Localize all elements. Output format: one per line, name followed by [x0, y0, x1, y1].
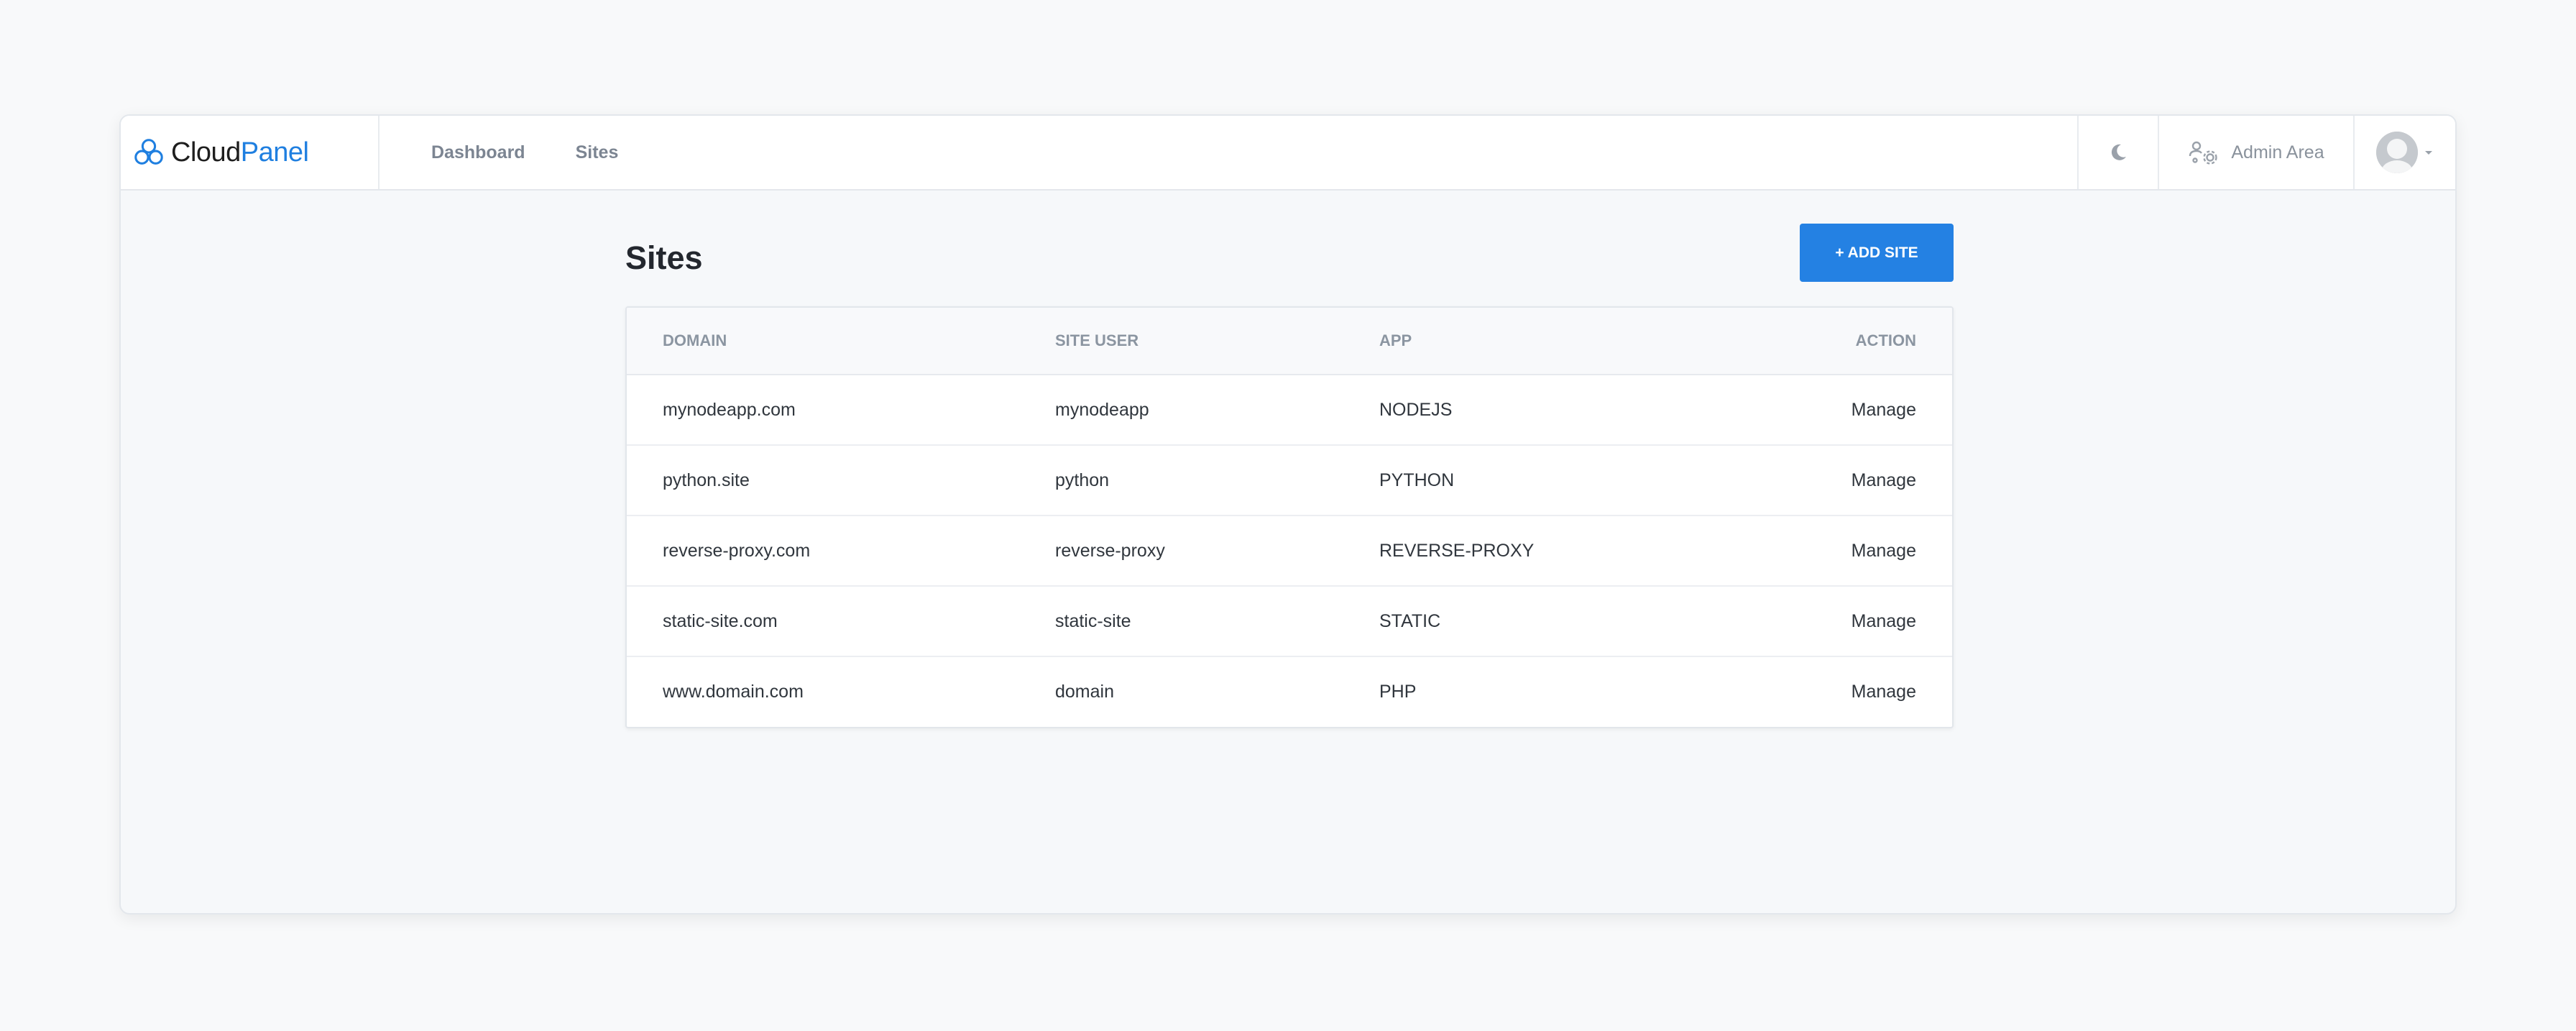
table-header-row: DOMAIN SITE USER APP ACTION	[627, 308, 1952, 375]
manage-link[interactable]: Manage	[1852, 682, 1916, 702]
domain-cell: python.site	[627, 445, 1019, 516]
brand-name: CloudPanel	[171, 137, 309, 168]
app-cell: PYTHON	[1343, 445, 1667, 516]
nav-sites[interactable]: Sites	[576, 142, 619, 163]
user-avatar-icon	[2376, 132, 2418, 173]
column-header-site-user: SITE USER	[1019, 308, 1343, 375]
app-cell: NODEJS	[1343, 375, 1667, 446]
table-row: python.site python PYTHON Manage	[627, 445, 1952, 516]
manage-link[interactable]: Manage	[1852, 470, 1916, 490]
site-user-cell: python	[1019, 445, 1343, 516]
brand-name-panel: Panel	[240, 137, 309, 168]
nav-dashboard[interactable]: Dashboard	[431, 142, 525, 163]
site-user-cell: static-site	[1019, 586, 1343, 657]
column-header-action: ACTION	[1667, 308, 1952, 375]
chevron-down-icon	[2425, 151, 2432, 155]
action-cell: Manage	[1667, 586, 1952, 657]
site-user-cell: reverse-proxy	[1019, 516, 1343, 587]
sites-table-card: DOMAIN SITE USER APP ACTION mynodeapp.co…	[625, 306, 1954, 728]
table-row: reverse-proxy.com reverse-proxy REVERSE-…	[627, 516, 1952, 587]
topbar-actions: Admin Area	[2077, 116, 2455, 189]
admin-area-button[interactable]: Admin Area	[2158, 116, 2353, 189]
site-user-cell: domain	[1055, 682, 1114, 702]
avatar	[2376, 132, 2418, 173]
domain-cell: reverse-proxy.com	[627, 516, 1019, 587]
manage-link[interactable]: Manage	[1852, 400, 1916, 420]
table-row: www.domain.com domain PHP Manage	[627, 656, 1952, 727]
main-nav: Dashboard Sites	[431, 116, 668, 189]
manage-link[interactable]: Manage	[1852, 541, 1916, 561]
top-navbar: CloudPanel Dashboard Sites Admin Area	[121, 116, 2455, 191]
site-user-cell: mynodeapp	[1019, 375, 1343, 446]
users-gear-icon	[2189, 141, 2218, 165]
table-row: mynodeapp.com mynodeapp NODEJS Manage	[627, 375, 1952, 446]
action-cell: Manage	[1667, 516, 1952, 587]
action-cell: Manage	[1667, 445, 1952, 516]
app-cell: REVERSE-PROXY	[1343, 516, 1667, 587]
domain-cell: mynodeapp.com	[627, 375, 1019, 446]
add-site-button[interactable]: + ADD SITE	[1800, 224, 1954, 282]
column-header-app: APP	[1343, 308, 1667, 375]
app-cell: STATIC	[1343, 586, 1667, 657]
app-window: CloudPanel Dashboard Sites Admin Area Si…	[119, 114, 2457, 915]
sites-table: DOMAIN SITE USER APP ACTION mynodeapp.co…	[627, 308, 1952, 727]
brand-logo[interactable]: CloudPanel	[121, 116, 380, 189]
domain-cell: www.domain.com	[663, 682, 804, 702]
column-header-domain: DOMAIN	[627, 308, 1019, 375]
manage-link[interactable]: Manage	[1852, 611, 1916, 631]
app-cell: PHP	[1379, 682, 1417, 702]
domain-cell: static-site.com	[627, 586, 1019, 657]
action-cell: Manage	[1667, 656, 1952, 727]
user-menu[interactable]	[2353, 116, 2455, 189]
brand-name-cloud: Cloud	[171, 137, 241, 168]
table-row: static-site.com static-site STATIC Manag…	[627, 586, 1952, 657]
action-cell: Manage	[1667, 375, 1952, 446]
theme-toggle-button[interactable]	[2077, 116, 2158, 189]
page-title: Sites	[625, 239, 703, 276]
moon-icon	[2111, 144, 2126, 160]
admin-area-label: Admin Area	[2231, 142, 2324, 162]
cloud-logo-icon	[134, 139, 163, 165]
